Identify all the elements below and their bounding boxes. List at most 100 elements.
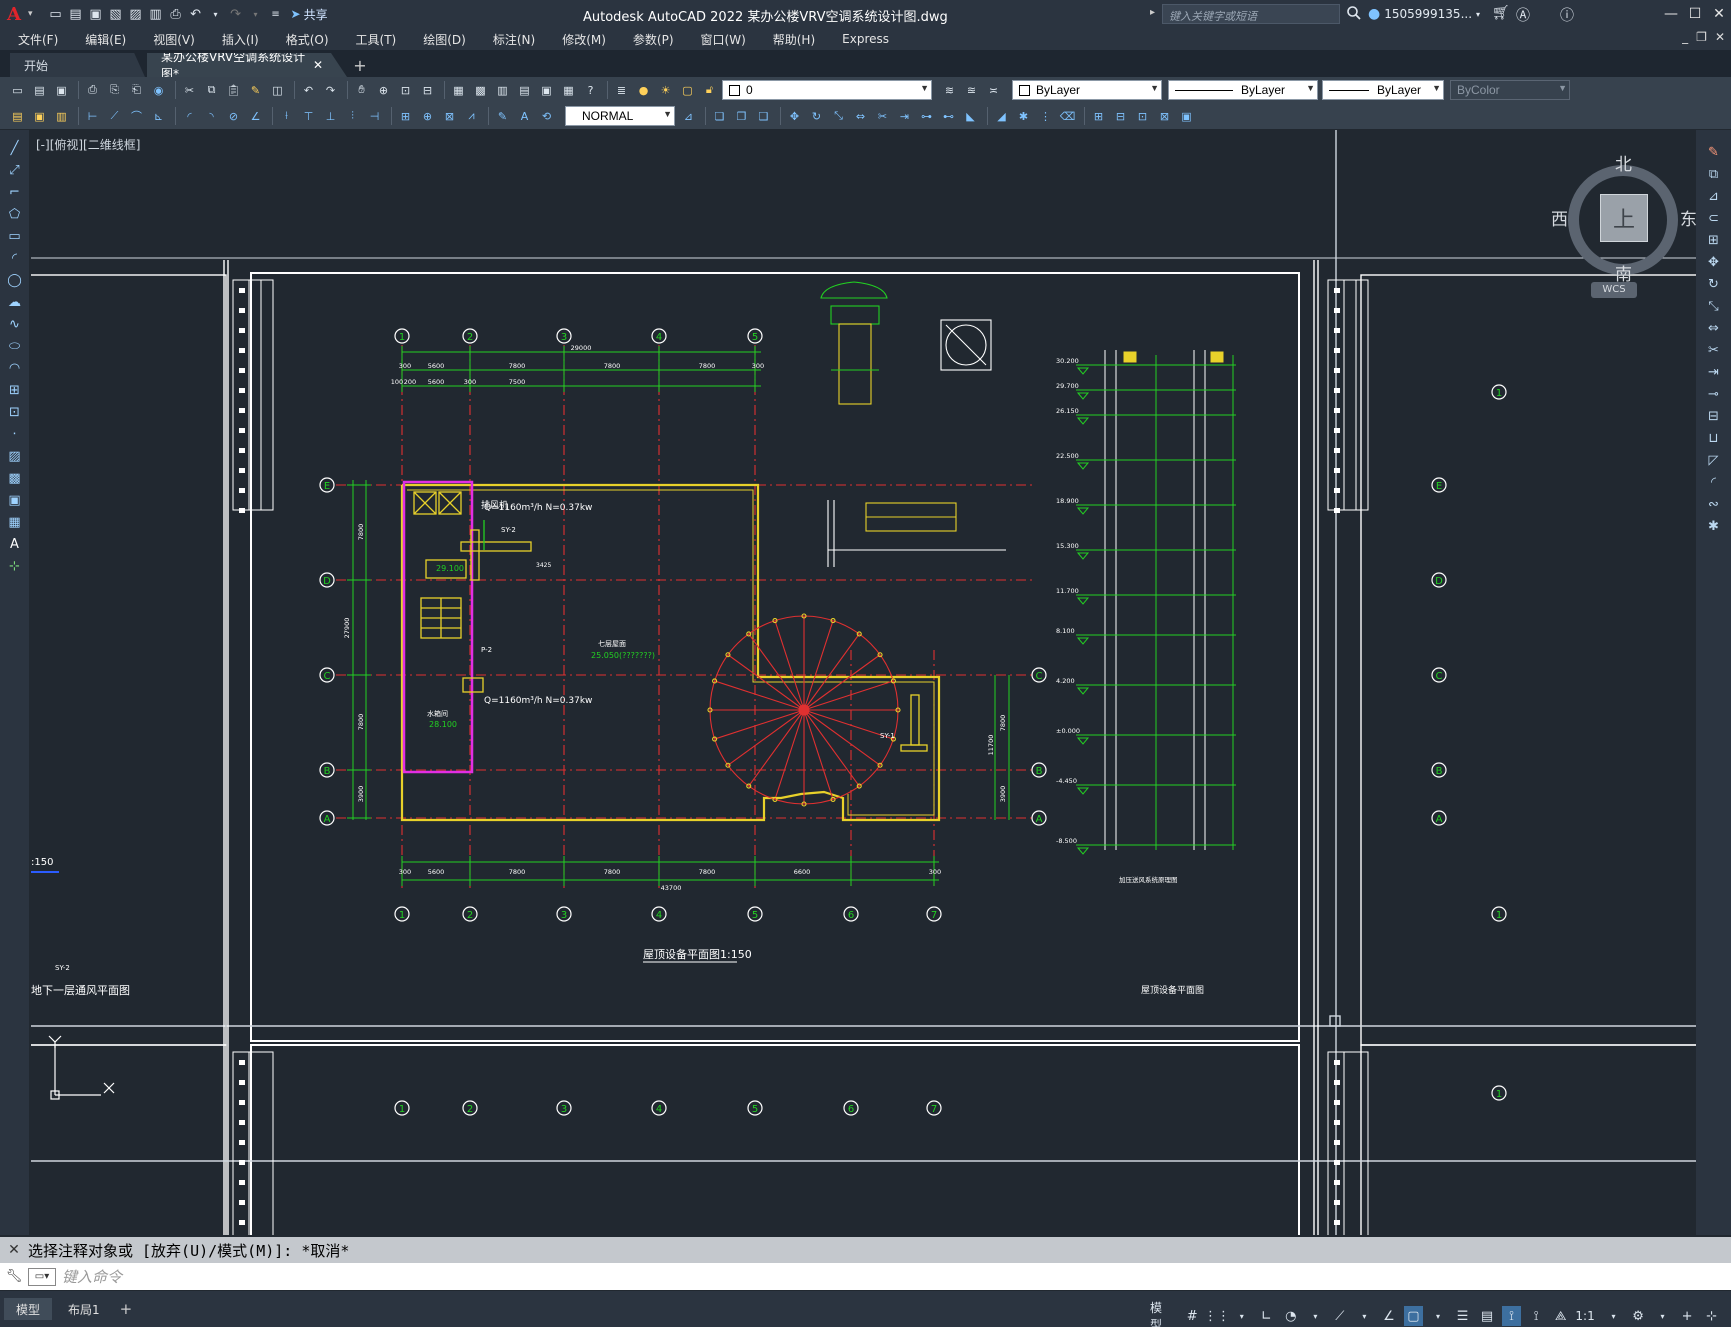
annotation-monitor-icon[interactable]: + [1677,1306,1697,1326]
doc-minimize-icon[interactable]: _ [1682,30,1688,44]
polyline-icon[interactable]: ⌐ [5,182,25,202]
color-combo[interactable]: ByLayer ▼ [1012,80,1162,100]
menu-item-9[interactable]: 参数(P) [633,31,674,48]
explode-icon[interactable]: ✱ [1704,516,1724,536]
select-all-icon[interactable]: ▣ [30,107,49,126]
dim-update-icon[interactable]: ⟲ [537,107,556,126]
join-object-icon[interactable]: ⊷ [939,107,958,126]
offset-object-icon[interactable]: ❑ [754,107,773,126]
command-input[interactable]: 键入命令 [62,1266,122,1287]
annotation-scale-value[interactable]: 1:1 [1575,1309,1594,1323]
help-icon[interactable]: ⓘ [1560,5,1574,25]
polar-dropdown-icon[interactable]: ▾ [1306,1306,1326,1326]
plot-icon[interactable]: ⎙ [167,5,185,23]
open-web-icon[interactable]: ▨ [127,5,145,23]
redo-icon[interactable]: ↷ [227,5,245,23]
make-block-icon[interactable]: ⊡ [5,402,25,422]
fillet-icon[interactable]: ◜ [1704,472,1724,492]
close-icon[interactable]: ✕ [1707,0,1731,28]
xref-icon[interactable]: ⊠ [1155,107,1174,126]
scale-dropdown-icon[interactable]: ▾ [1604,1306,1624,1326]
design-center-icon[interactable]: ▩ [471,81,490,100]
revision-cloud-icon[interactable]: ☁ [5,292,25,312]
insert-block-icon[interactable]: ⊞ [5,380,25,400]
tab-drawing[interactable]: 某办公楼VRV空调系统设计图* ✕ [147,53,347,77]
menu-item-1[interactable]: 编辑(E) [85,31,126,48]
aligned-dim-icon[interactable]: ⟋ [105,107,124,126]
arc-length-icon[interactable]: ⌒ [127,107,146,126]
layout-tab-model[interactable]: 模型 [4,1298,53,1320]
continue-dim-icon[interactable]: ⊥ [321,107,340,126]
snap-dropdown-icon[interactable]: ▾ [1232,1306,1252,1326]
menu-item-11[interactable]: 帮助(H) [773,31,815,48]
explode-object-icon[interactable]: ✱ [1014,107,1033,126]
transparency-icon[interactable]: ▤ [1477,1306,1497,1326]
grip-square[interactable] [1329,1015,1341,1027]
create-block-icon[interactable]: ⊟ [1111,107,1130,126]
tolerance-icon[interactable]: ⊞ [396,107,415,126]
viewcube-west[interactable]: 西 [1551,205,1568,230]
stretch-object-icon[interactable]: ⇔ [851,107,870,126]
ortho-icon[interactable]: ∟ [1257,1306,1277,1326]
linetype-combo[interactable]: ByLayer ▼ [1168,80,1318,100]
object-snap-icon[interactable]: ▢ [1403,1306,1424,1326]
mirror-object-icon[interactable]: ❐ [732,107,751,126]
array-icon[interactable]: ⊞ [1704,230,1724,250]
insert-block-icon[interactable]: ⊞ [1089,107,1108,126]
object-snap-dropdown-icon[interactable]: ▾ [1428,1306,1448,1326]
lineweight-combo[interactable]: ByLayer ▼ [1322,80,1444,100]
layer-combo[interactable]: 0 ▼ [722,80,932,100]
markup-icon[interactable]: ▣ [537,81,556,100]
fillet-object-icon[interactable]: ◢ [992,107,1011,126]
menu-item-0[interactable]: 文件(F) [18,31,58,48]
drawing-canvas[interactable]: 1 2 3 4 5 1 2 3 4 5 6 7 1 2 3 4 5 6 7 E D C B A C B A 1 1 1 E D C B A 2900… [31,130,1696,1235]
match-properties-icon[interactable]: ✎ [246,81,265,100]
table-icon[interactable]: ▦ [5,512,25,532]
copy-icon[interactable]: ⧉ [202,81,221,100]
viewport-controls[interactable]: [-][俯视][二维线框] [36,136,140,153]
menu-item-12[interactable]: Express [842,32,889,46]
menu-item-8[interactable]: 修改(M) [562,31,606,48]
center-mark-icon[interactable]: ⊕ [418,107,437,126]
gradient-icon[interactable]: ▩ [5,468,25,488]
extend-icon[interactable]: ⇥ [1704,362,1724,382]
layout-tab-layout1[interactable]: 布局1 [56,1298,112,1320]
break-at-point-icon[interactable]: ⊸ [1704,384,1724,404]
angular-dim-icon[interactable]: ∠ [246,107,265,126]
cart-icon[interactable]: 🛒︎ [1492,5,1510,21]
layer-thaw-icon[interactable]: ☀ [656,81,675,100]
tab-close-icon[interactable]: ✕ [313,58,323,72]
model-space-button[interactable]: 模型 [1150,1299,1173,1327]
search-icon[interactable] [1346,5,1362,21]
object-snap-tracking-icon[interactable]: ∠ [1379,1306,1399,1326]
doc-restore-icon[interactable]: ❐ [1696,30,1707,44]
trim-icon[interactable]: ✂ [1704,340,1724,360]
zoom-window-icon[interactable]: ⊡ [396,81,415,100]
dim-space-icon[interactable]: ⫶ [343,107,362,126]
isodraft-icon[interactable]: ⟋ [1330,1306,1350,1326]
quick-calc-icon[interactable]: ▥ [52,107,71,126]
recent-commands-icon[interactable]: ▭▾ [28,1267,56,1286]
ellipse-icon[interactable]: ⬭ [5,336,25,356]
layer-properties-icon[interactable]: ≣ [612,81,631,100]
polygon-icon[interactable]: ⬠ [5,204,25,224]
spline-icon[interactable]: ∿ [5,314,25,334]
tool-palettes-icon[interactable]: ▥ [493,81,512,100]
undo-icon[interactable]: ↶ [187,5,205,23]
menu-item-6[interactable]: 绘图(D) [423,31,466,48]
multiline-text-icon[interactable]: A [5,534,25,554]
save-icon[interactable]: ▣ [52,81,71,100]
viewcube-top-face[interactable]: 上 [1600,194,1648,242]
blend-curves-icon[interactable]: ∾ [1704,494,1724,514]
layer-state-icon[interactable]: ≍ [984,81,1003,100]
construction-line-icon[interactable]: ⤢ [5,160,25,180]
calculator-icon[interactable]: ▦ [559,81,578,100]
wcs-menu[interactable]: WCS [1591,282,1637,298]
stretch-icon[interactable]: ⇔ [1704,318,1724,338]
viewcube-north[interactable]: 北 [1615,150,1632,175]
workspace-dropdown-icon[interactable]: ▾ [1653,1306,1673,1326]
extend-object-icon[interactable]: ⇥ [895,107,914,126]
block-editor-icon[interactable]: ◫ [268,81,287,100]
workspace-gear-icon[interactable]: ⚙ [1628,1306,1648,1326]
annotation-scale-icon[interactable]: ⟁ [1551,1306,1571,1326]
